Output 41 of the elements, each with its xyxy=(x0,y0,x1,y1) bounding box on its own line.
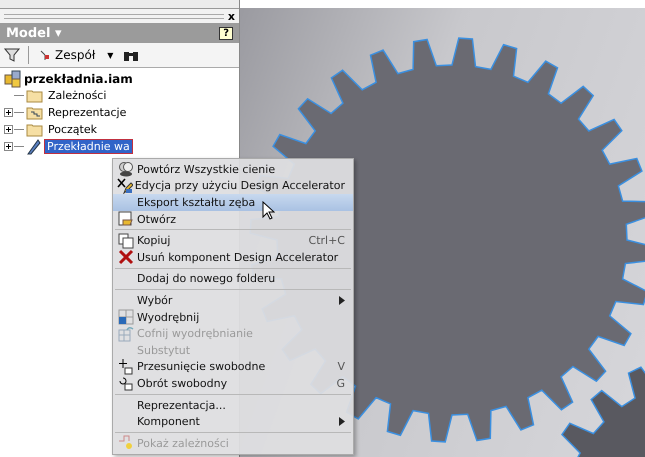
isolate-icon xyxy=(118,309,134,326)
menu-item[interactable]: Eksport kształtu zęba xyxy=(113,194,353,211)
menu-item[interactable]: Edycja przy użyciu Design Accelerator xyxy=(113,178,353,194)
folder-icon xyxy=(26,88,43,103)
expand-icon[interactable] xyxy=(4,108,13,117)
delete-icon xyxy=(118,249,134,266)
tree-item[interactable]: Początek xyxy=(45,122,100,137)
menu-item[interactable]: Usuń komponent Design Accelerator xyxy=(113,248,353,266)
open-icon xyxy=(118,211,134,228)
expand-icon[interactable] xyxy=(4,125,13,134)
menu-item[interactable]: Obrót swobodny G xyxy=(113,375,353,392)
help-button[interactable]: ? xyxy=(219,26,233,40)
menu-item[interactable]: Powtórz Wszystkie cienie xyxy=(113,161,353,178)
menu-item[interactable]: Otwórz xyxy=(113,210,353,228)
expand-icon[interactable] xyxy=(4,142,13,151)
menu-item[interactable]: Wybór xyxy=(113,292,353,309)
tree-item[interactable]: Przekładnie wa xyxy=(44,139,133,154)
edit-icon xyxy=(116,178,133,194)
submenu-arrow-icon xyxy=(339,296,345,305)
mouse-cursor-icon xyxy=(262,201,275,220)
menu-item[interactable]: Kopiuj Ctrl+C xyxy=(113,232,353,249)
submenu-arrow-icon xyxy=(339,417,345,426)
folder-icon xyxy=(26,122,43,137)
menu-item[interactable]: Dodaj do nowego folderu xyxy=(113,270,353,288)
tree-item[interactable]: Zależności xyxy=(45,88,110,103)
menu-item[interactable]: Komponent xyxy=(113,413,353,430)
move-icon xyxy=(118,358,134,375)
copy-icon xyxy=(118,232,134,249)
menu-item[interactable]: Wyodrębnij xyxy=(113,308,353,326)
undo-isolate-icon xyxy=(118,326,134,342)
close-button[interactable]: x xyxy=(228,10,235,22)
tree-item[interactable]: Reprezentacje xyxy=(45,105,130,120)
folder-icon xyxy=(26,105,43,120)
constraint-icon xyxy=(118,435,134,452)
menu-item[interactable]: Reprezentacja... xyxy=(113,396,353,414)
filter-icon[interactable] xyxy=(4,47,20,63)
tree-item[interactable]: przekładnia.iam xyxy=(24,72,133,86)
shadow-icon xyxy=(118,161,134,178)
rotate-icon xyxy=(118,375,134,392)
menu-item[interactable]: Przesunięcie swobodne V xyxy=(113,358,353,376)
view-dropdown[interactable]: Zespół ▼ xyxy=(37,48,116,62)
